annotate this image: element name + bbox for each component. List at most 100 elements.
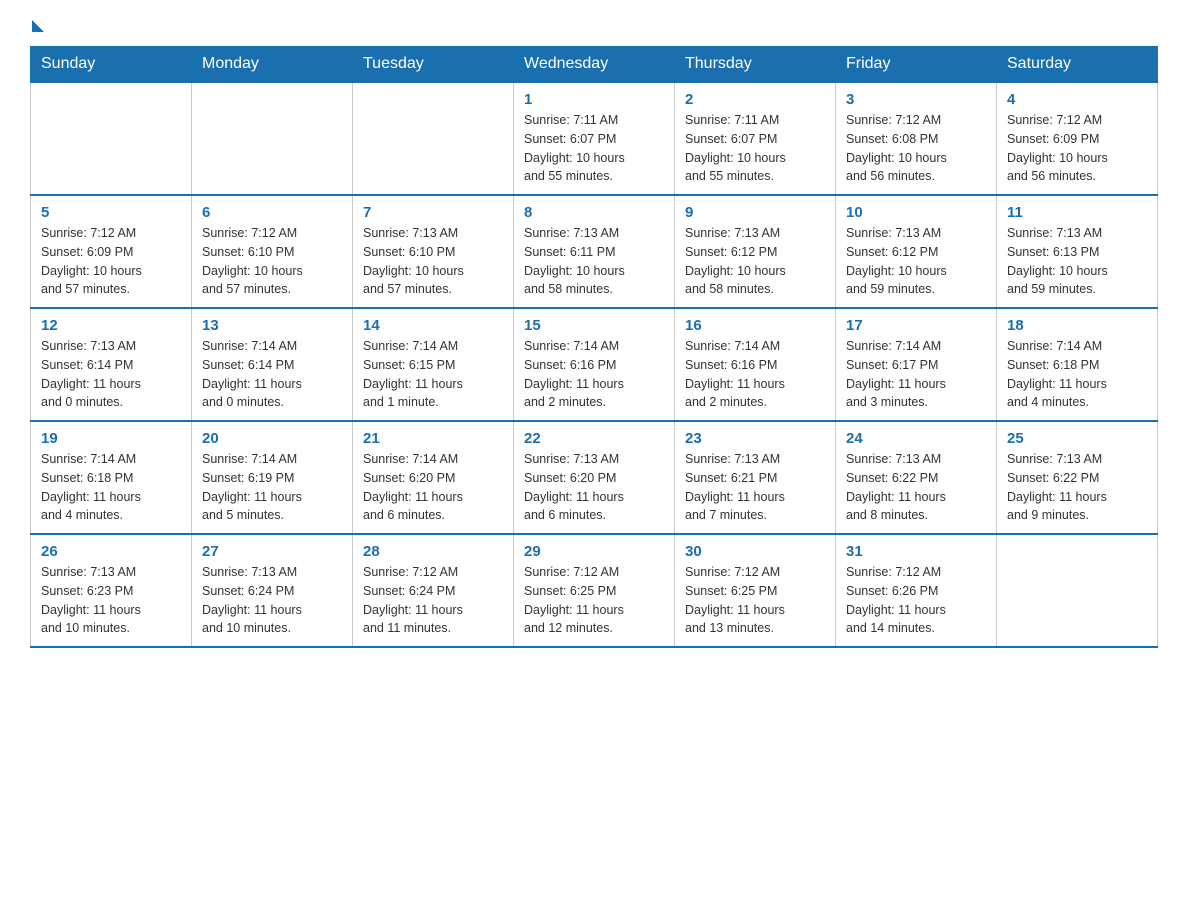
week-row-4: 19Sunrise: 7:14 AM Sunset: 6:18 PM Dayli… (31, 421, 1158, 534)
logo (30, 20, 44, 26)
weekday-header-monday: Monday (192, 47, 353, 83)
weekday-header-wednesday: Wednesday (514, 47, 675, 83)
day-number: 22 (524, 430, 664, 447)
week-row-3: 12 Sunrise: 7:13 AM Sunset: 6:14 PM Dayli… (31, 308, 1158, 421)
logo-arrow-icon (32, 20, 44, 32)
day-number: 20 (202, 430, 342, 447)
day-info: Sunrise: 7:14 AM Sunset: 6:16 PM Dayligh… (524, 337, 664, 412)
calendar-cell: 25 Sunrise: 7:13 AM Sunset: 6:22 PM Dayli… (997, 421, 1158, 534)
day-info: Sunrise: 7:13 AM Sunset: 6:12 PM Dayligh… (846, 224, 986, 299)
day-info: Sunrise: 7:12 AM Sunset: 6:09 PM Dayligh… (1007, 111, 1147, 186)
calendar-cell (31, 82, 192, 195)
calendar-cell: 23Sunrise: 7:13 AM Sunset: 6:21 PM Dayli… (675, 421, 836, 534)
day-number: 14 (363, 317, 503, 334)
day-number: 25 (1007, 430, 1147, 447)
day-number: 21 (363, 430, 503, 447)
calendar-cell: 13 Sunrise: 7:14 AM Sunset: 6:14 PM Dayli… (192, 308, 353, 421)
calendar-cell (997, 534, 1158, 647)
weekday-header-thursday: Thursday (675, 47, 836, 83)
day-info: Sunrise: 7:12 AM Sunset: 6:24 PM Dayligh… (363, 563, 503, 638)
day-info: Sunrise: 7:13 AM Sunset: 6:22 PM Dayligh… (846, 450, 986, 525)
day-number: 12 (41, 317, 181, 334)
day-info: Sunrise: 7:13 AM Sunset: 6:23 PM Dayligh… (41, 563, 181, 638)
calendar-cell: 11 Sunrise: 7:13 AM Sunset: 6:13 PM Dayli… (997, 195, 1158, 308)
weekday-header-saturday: Saturday (997, 47, 1158, 83)
weekday-header-row: SundayMondayTuesdayWednesdayThursdayFrid… (31, 47, 1158, 83)
calendar-cell: 1Sunrise: 7:11 AM Sunset: 6:07 PM Daylig… (514, 82, 675, 195)
day-info: Sunrise: 7:14 AM Sunset: 6:20 PM Dayligh… (363, 450, 503, 525)
page-header (30, 20, 1158, 26)
calendar-cell: 18Sunrise: 7:14 AM Sunset: 6:18 PM Dayli… (997, 308, 1158, 421)
week-row-1: 1Sunrise: 7:11 AM Sunset: 6:07 PM Daylig… (31, 82, 1158, 195)
day-number: 2 (685, 91, 825, 108)
day-info: Sunrise: 7:14 AM Sunset: 6:16 PM Dayligh… (685, 337, 825, 412)
day-info: Sunrise: 7:13 AM Sunset: 6:24 PM Dayligh… (202, 563, 342, 638)
calendar-cell: 7 Sunrise: 7:13 AM Sunset: 6:10 PM Daylig… (353, 195, 514, 308)
calendar-cell: 26 Sunrise: 7:13 AM Sunset: 6:23 PM Dayli… (31, 534, 192, 647)
day-number: 1 (524, 91, 664, 108)
day-number: 3 (846, 91, 986, 108)
calendar-cell: 9 Sunrise: 7:13 AM Sunset: 6:12 PM Daylig… (675, 195, 836, 308)
day-number: 11 (1007, 204, 1147, 221)
calendar-cell: 8Sunrise: 7:13 AM Sunset: 6:11 PM Daylig… (514, 195, 675, 308)
day-info: Sunrise: 7:13 AM Sunset: 6:21 PM Dayligh… (685, 450, 825, 525)
day-number: 15 (524, 317, 664, 334)
calendar-cell: 12 Sunrise: 7:13 AM Sunset: 6:14 PM Dayli… (31, 308, 192, 421)
day-info: Sunrise: 7:13 AM Sunset: 6:14 PM Dayligh… (41, 337, 181, 412)
calendar-cell: 10 Sunrise: 7:13 AM Sunset: 6:12 PM Dayli… (836, 195, 997, 308)
calendar-cell: 4 Sunrise: 7:12 AM Sunset: 6:09 PM Daylig… (997, 82, 1158, 195)
calendar-cell: 15 Sunrise: 7:14 AM Sunset: 6:16 PM Dayli… (514, 308, 675, 421)
calendar-cell: 24 Sunrise: 7:13 AM Sunset: 6:22 PM Dayli… (836, 421, 997, 534)
day-info: Sunrise: 7:13 AM Sunset: 6:10 PM Dayligh… (363, 224, 503, 299)
day-number: 16 (685, 317, 825, 334)
weekday-header-tuesday: Tuesday (353, 47, 514, 83)
calendar-cell: 28Sunrise: 7:12 AM Sunset: 6:24 PM Dayli… (353, 534, 514, 647)
calendar-body: 1Sunrise: 7:11 AM Sunset: 6:07 PM Daylig… (31, 82, 1158, 647)
calendar-cell: 2Sunrise: 7:11 AM Sunset: 6:07 PM Daylig… (675, 82, 836, 195)
calendar-cell: 27 Sunrise: 7:13 AM Sunset: 6:24 PM Dayli… (192, 534, 353, 647)
day-number: 8 (524, 204, 664, 221)
day-number: 17 (846, 317, 986, 334)
calendar-cell: 6Sunrise: 7:12 AM Sunset: 6:10 PM Daylig… (192, 195, 353, 308)
calendar-cell: 22Sunrise: 7:13 AM Sunset: 6:20 PM Dayli… (514, 421, 675, 534)
day-info: Sunrise: 7:13 AM Sunset: 6:22 PM Dayligh… (1007, 450, 1147, 525)
calendar-cell: 21 Sunrise: 7:14 AM Sunset: 6:20 PM Dayli… (353, 421, 514, 534)
day-number: 13 (202, 317, 342, 334)
calendar-cell: 16 Sunrise: 7:14 AM Sunset: 6:16 PM Dayli… (675, 308, 836, 421)
day-info: Sunrise: 7:14 AM Sunset: 6:14 PM Dayligh… (202, 337, 342, 412)
calendar-cell: 14Sunrise: 7:14 AM Sunset: 6:15 PM Dayli… (353, 308, 514, 421)
day-number: 9 (685, 204, 825, 221)
calendar-header: SundayMondayTuesdayWednesdayThursdayFrid… (31, 47, 1158, 83)
calendar-cell: 30 Sunrise: 7:12 AM Sunset: 6:25 PM Dayli… (675, 534, 836, 647)
day-info: Sunrise: 7:13 AM Sunset: 6:13 PM Dayligh… (1007, 224, 1147, 299)
calendar-cell: 31 Sunrise: 7:12 AM Sunset: 6:26 PM Dayli… (836, 534, 997, 647)
day-number: 4 (1007, 91, 1147, 108)
day-number: 5 (41, 204, 181, 221)
week-row-2: 5 Sunrise: 7:12 AM Sunset: 6:09 PM Daylig… (31, 195, 1158, 308)
day-info: Sunrise: 7:13 AM Sunset: 6:12 PM Dayligh… (685, 224, 825, 299)
day-number: 7 (363, 204, 503, 221)
calendar-cell: 19Sunrise: 7:14 AM Sunset: 6:18 PM Dayli… (31, 421, 192, 534)
day-info: Sunrise: 7:14 AM Sunset: 6:18 PM Dayligh… (41, 450, 181, 525)
day-number: 26 (41, 543, 181, 560)
day-number: 31 (846, 543, 986, 560)
day-number: 10 (846, 204, 986, 221)
day-info: Sunrise: 7:12 AM Sunset: 6:26 PM Dayligh… (846, 563, 986, 638)
day-number: 30 (685, 543, 825, 560)
calendar-table: SundayMondayTuesdayWednesdayThursdayFrid… (30, 46, 1158, 648)
calendar-cell: 20 Sunrise: 7:14 AM Sunset: 6:19 PM Dayli… (192, 421, 353, 534)
calendar-cell: 5 Sunrise: 7:12 AM Sunset: 6:09 PM Daylig… (31, 195, 192, 308)
day-info: Sunrise: 7:12 AM Sunset: 6:09 PM Dayligh… (41, 224, 181, 299)
day-info: Sunrise: 7:14 AM Sunset: 6:17 PM Dayligh… (846, 337, 986, 412)
day-info: Sunrise: 7:12 AM Sunset: 6:25 PM Dayligh… (685, 563, 825, 638)
day-number: 24 (846, 430, 986, 447)
calendar-cell (192, 82, 353, 195)
day-number: 29 (524, 543, 664, 560)
calendar-cell (353, 82, 514, 195)
day-number: 6 (202, 204, 342, 221)
day-number: 27 (202, 543, 342, 560)
week-row-5: 26 Sunrise: 7:13 AM Sunset: 6:23 PM Dayli… (31, 534, 1158, 647)
day-info: Sunrise: 7:14 AM Sunset: 6:19 PM Dayligh… (202, 450, 342, 525)
day-number: 18 (1007, 317, 1147, 334)
weekday-header-sunday: Sunday (31, 47, 192, 83)
